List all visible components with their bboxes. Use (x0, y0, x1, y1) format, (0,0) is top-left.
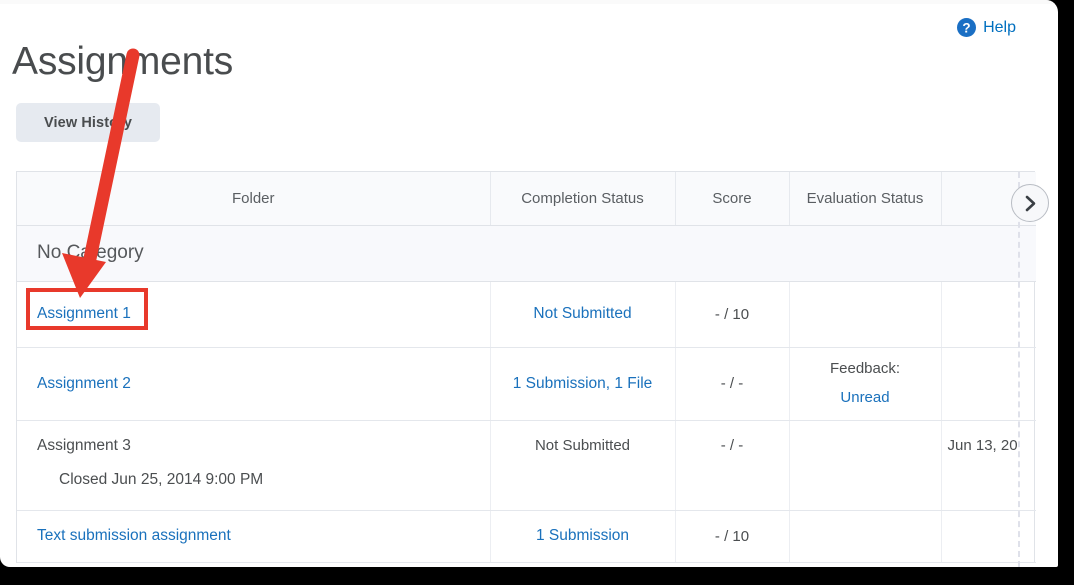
cell-evaluation-status (789, 281, 942, 348)
assignment-closed-date: Closed Jun 25, 2014 9:00 PM (59, 470, 264, 488)
cell-folder: Text submission assignment (17, 510, 491, 563)
cell-evaluation-status: Feedback: Unread (789, 347, 942, 421)
assignment-link[interactable]: Assignment 2 (37, 375, 131, 392)
help-label: Help (983, 18, 1016, 36)
page-title: Assignments (12, 40, 234, 84)
cell-completion-status: 1 Submission, 1 File (490, 347, 676, 421)
page-container: Assignments ? Help View History Folder C… (0, 0, 1058, 567)
cell-folder: Assignment 3 Closed Jun 25, 2014 9:00 PM (17, 420, 491, 511)
cell-score: - / 10 (675, 281, 790, 348)
cell-due-date (941, 510, 1036, 563)
feedback-label: Feedback: (829, 360, 901, 377)
assignment-link[interactable]: Assignment 1 (37, 305, 131, 322)
table-row[interactable]: Text submission assignment 1 Submission … (17, 510, 1036, 563)
cell-folder: Assignment 1 (17, 281, 491, 348)
view-history-button[interactable]: View History (16, 103, 160, 142)
help-link[interactable]: ? Help (957, 18, 1016, 37)
chevron-right-icon (1024, 195, 1037, 212)
svg-text:?: ? (962, 20, 970, 35)
table-row[interactable]: Assignment 2 1 Submission, 1 File - / - … (17, 347, 1036, 421)
top-strip (0, 0, 1058, 4)
category-label: No Category (17, 225, 1036, 282)
cell-score: - / 10 (675, 510, 790, 563)
table-body: No Category Assignment 1 Not Submitted -… (17, 225, 1036, 563)
assignments-table-container: Folder Completion Status Score Evaluatio… (16, 171, 1036, 563)
table-header-row: Folder Completion Status Score Evaluatio… (17, 172, 1036, 226)
assignment-link[interactable]: Text submission assignment (37, 527, 231, 544)
feedback-unread-link[interactable]: Unread (804, 384, 927, 413)
cell-completion-status: 1 Submission (490, 510, 676, 563)
column-header-evaluation-status[interactable]: Evaluation Status (789, 172, 942, 226)
cell-completion-status: Not Submitted (490, 281, 676, 348)
scroll-right-button[interactable] (1011, 184, 1049, 222)
column-header-completion-status[interactable]: Completion Status (490, 172, 676, 226)
cell-due-date (941, 347, 1036, 421)
cell-evaluation-status (789, 420, 942, 511)
table-row[interactable]: Assignment 1 Not Submitted - / 10 (17, 281, 1036, 348)
cell-score: - / - (675, 347, 790, 421)
column-header-folder[interactable]: Folder (17, 172, 491, 226)
cell-score: - / - (675, 420, 790, 511)
table-header: Folder Completion Status Score Evaluatio… (17, 172, 1036, 226)
cell-due-date (941, 281, 1036, 348)
column-header-score[interactable]: Score (675, 172, 790, 226)
cell-folder: Assignment 2 (17, 347, 491, 421)
cell-completion-status: Not Submitted (490, 420, 676, 511)
assignment-name: Assignment 3 (37, 436, 131, 454)
completion-status-link[interactable]: Not Submitted (533, 305, 631, 322)
completion-status-link[interactable]: 1 Submission (536, 527, 629, 544)
cell-due-date: Jun 13, 20 (941, 420, 1036, 511)
cell-evaluation-status (789, 510, 942, 563)
assignments-table: Folder Completion Status Score Evaluatio… (17, 172, 1036, 563)
category-row: No Category (17, 225, 1036, 282)
evaluation-stack: Feedback: Unread (804, 355, 927, 412)
screenshot-frame: Assignments ? Help View History Folder C… (0, 0, 1074, 585)
completion-status-link[interactable]: 1 Submission, 1 File (513, 375, 653, 392)
question-circle-icon: ? (957, 18, 977, 37)
table-row[interactable]: Assignment 3 Closed Jun 25, 2014 9:00 PM… (17, 420, 1036, 511)
